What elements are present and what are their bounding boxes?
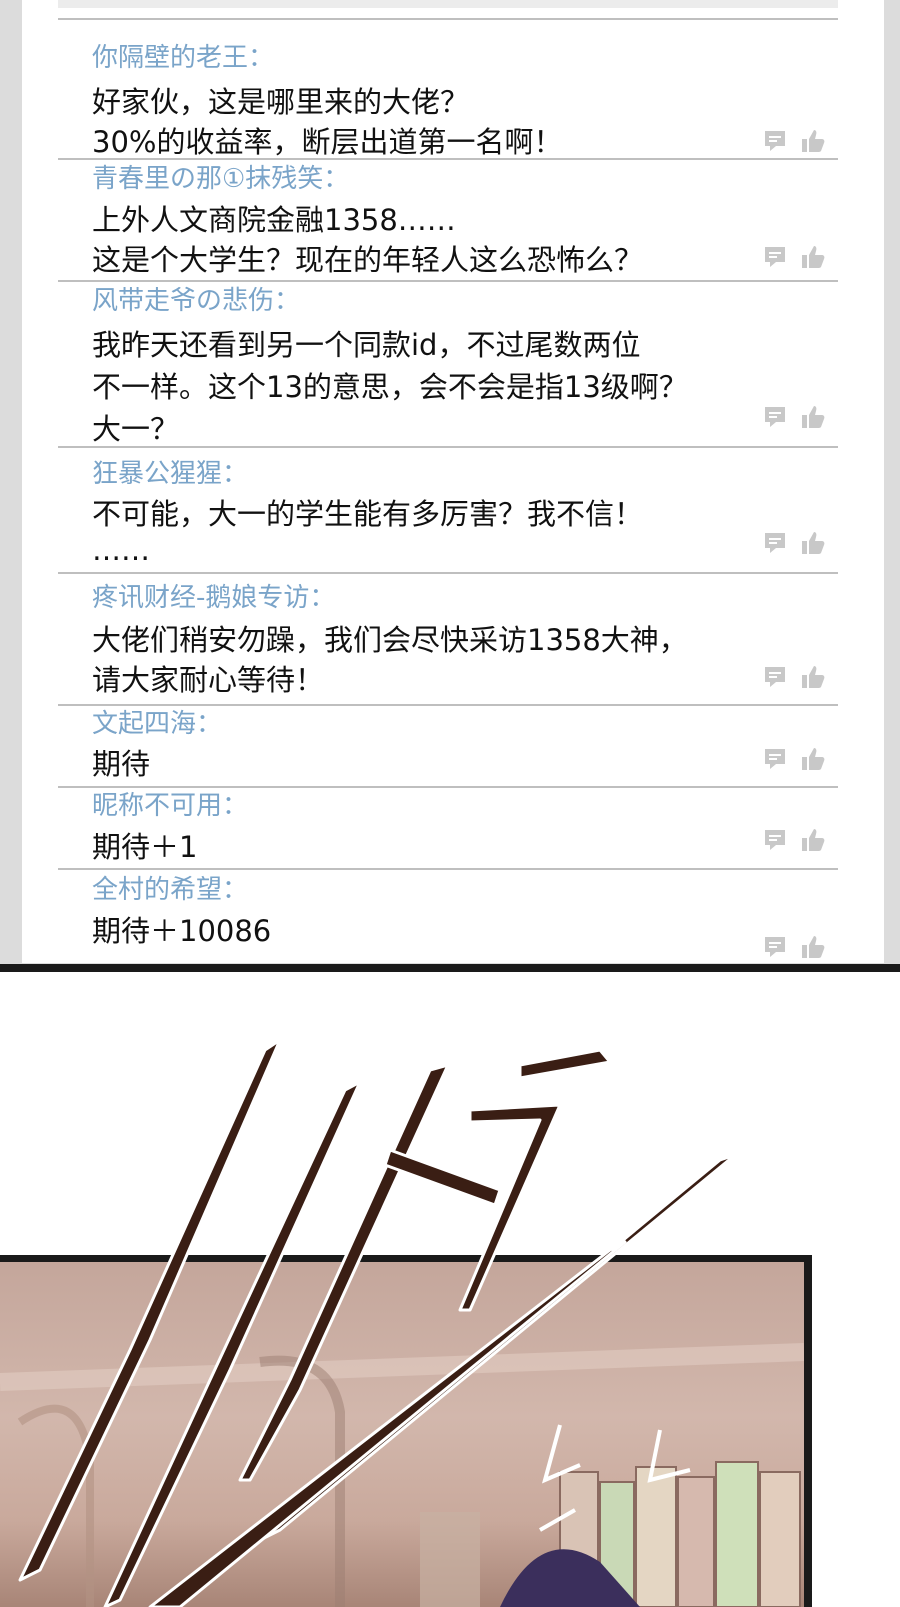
speed-lines: 咻 xyxy=(18,1038,737,1607)
comment-author[interactable]: 风带走爷の悲伤： xyxy=(92,285,300,317)
comment-actions xyxy=(762,827,832,857)
comment-text: 期待＋1 xyxy=(92,830,198,864)
panel-border xyxy=(0,964,900,972)
comment-text: 我昨天还看到另一个同款id，不过尾数两位 xyxy=(92,328,641,362)
thumbs-up-icon[interactable] xyxy=(800,827,826,853)
comment-author[interactable]: 文起四海： xyxy=(92,708,222,740)
comment-author[interactable]: 全村的希望： xyxy=(92,874,248,906)
comment-bubble-icon[interactable] xyxy=(762,404,788,430)
comment-divider xyxy=(58,868,838,870)
comment-text: …… xyxy=(92,533,150,567)
comment-bubble-icon[interactable] xyxy=(762,827,788,853)
comment-divider xyxy=(58,280,838,282)
comment-divider xyxy=(58,786,838,788)
thumbs-up-icon[interactable] xyxy=(800,404,826,430)
thumbs-up-icon[interactable] xyxy=(800,530,826,556)
thumbs-up-icon[interactable] xyxy=(800,746,826,772)
comment-text: 这是个大学生？现在的年轻人这么恐怖么？ xyxy=(92,243,644,277)
comment-author[interactable]: 疼讯财经-鹅娘专访： xyxy=(92,582,335,614)
comment-text: 请大家耐心等待！ xyxy=(92,663,325,697)
comment-divider xyxy=(58,446,838,448)
thumbs-up-icon[interactable] xyxy=(800,128,826,154)
comment-bubble-icon[interactable] xyxy=(762,664,788,690)
comment-text: 期待 xyxy=(92,747,151,781)
comment-actions xyxy=(762,530,832,560)
thumbs-up-icon[interactable] xyxy=(800,934,826,960)
comment-bubble-icon[interactable] xyxy=(762,128,788,154)
comment-text: 期待＋10086 xyxy=(92,914,272,948)
comment-divider xyxy=(58,572,838,574)
comment-author[interactable]: 昵称不可用： xyxy=(92,790,248,822)
comment-divider xyxy=(58,158,838,160)
comment-actions xyxy=(762,746,832,776)
thumbs-up-icon[interactable] xyxy=(800,664,826,690)
comment-author[interactable]: 青春里の那①抹残笑： xyxy=(92,163,349,195)
comment-actions xyxy=(762,664,832,694)
comment-text: 不一样。这个13的意思，会不会是指13级啊？ xyxy=(92,370,688,404)
comment-author[interactable]: 狂暴公猩猩： xyxy=(92,458,248,490)
comment-text: 不可能，大一的学生能有多厉害？我不信！ xyxy=(92,497,644,531)
comment-text: 上外人文商院金融1358…… xyxy=(92,203,456,237)
comment-actions xyxy=(762,128,832,158)
comment-bubble-icon[interactable] xyxy=(762,530,788,556)
watermark: 漫漫漫 xyxy=(811,1568,886,1596)
comment-author[interactable]: 你隔壁的老王： xyxy=(92,42,274,74)
comment-divider xyxy=(58,18,838,20)
top-divider xyxy=(58,0,838,8)
comment-actions xyxy=(762,244,832,274)
sound-effect: 咻 xyxy=(442,1250,452,1263)
comment-text: 30%的收益率，断层出道第一名啊！ xyxy=(92,125,563,159)
comment-bubble-icon[interactable] xyxy=(762,746,788,772)
comment-actions xyxy=(762,934,832,964)
comment-text: 好家伙，这是哪里来的大佬？ xyxy=(92,85,470,119)
comment-text: 大佬们稍安勿躁，我们会尽快采访1358大神， xyxy=(92,623,688,657)
comment-text: 大一？ xyxy=(92,412,180,446)
comment-bubble-icon[interactable] xyxy=(762,244,788,270)
thumbs-up-icon[interactable] xyxy=(800,244,826,270)
comment-divider xyxy=(58,704,838,706)
comment-bubble-icon[interactable] xyxy=(762,934,788,960)
comment-actions xyxy=(762,404,832,434)
